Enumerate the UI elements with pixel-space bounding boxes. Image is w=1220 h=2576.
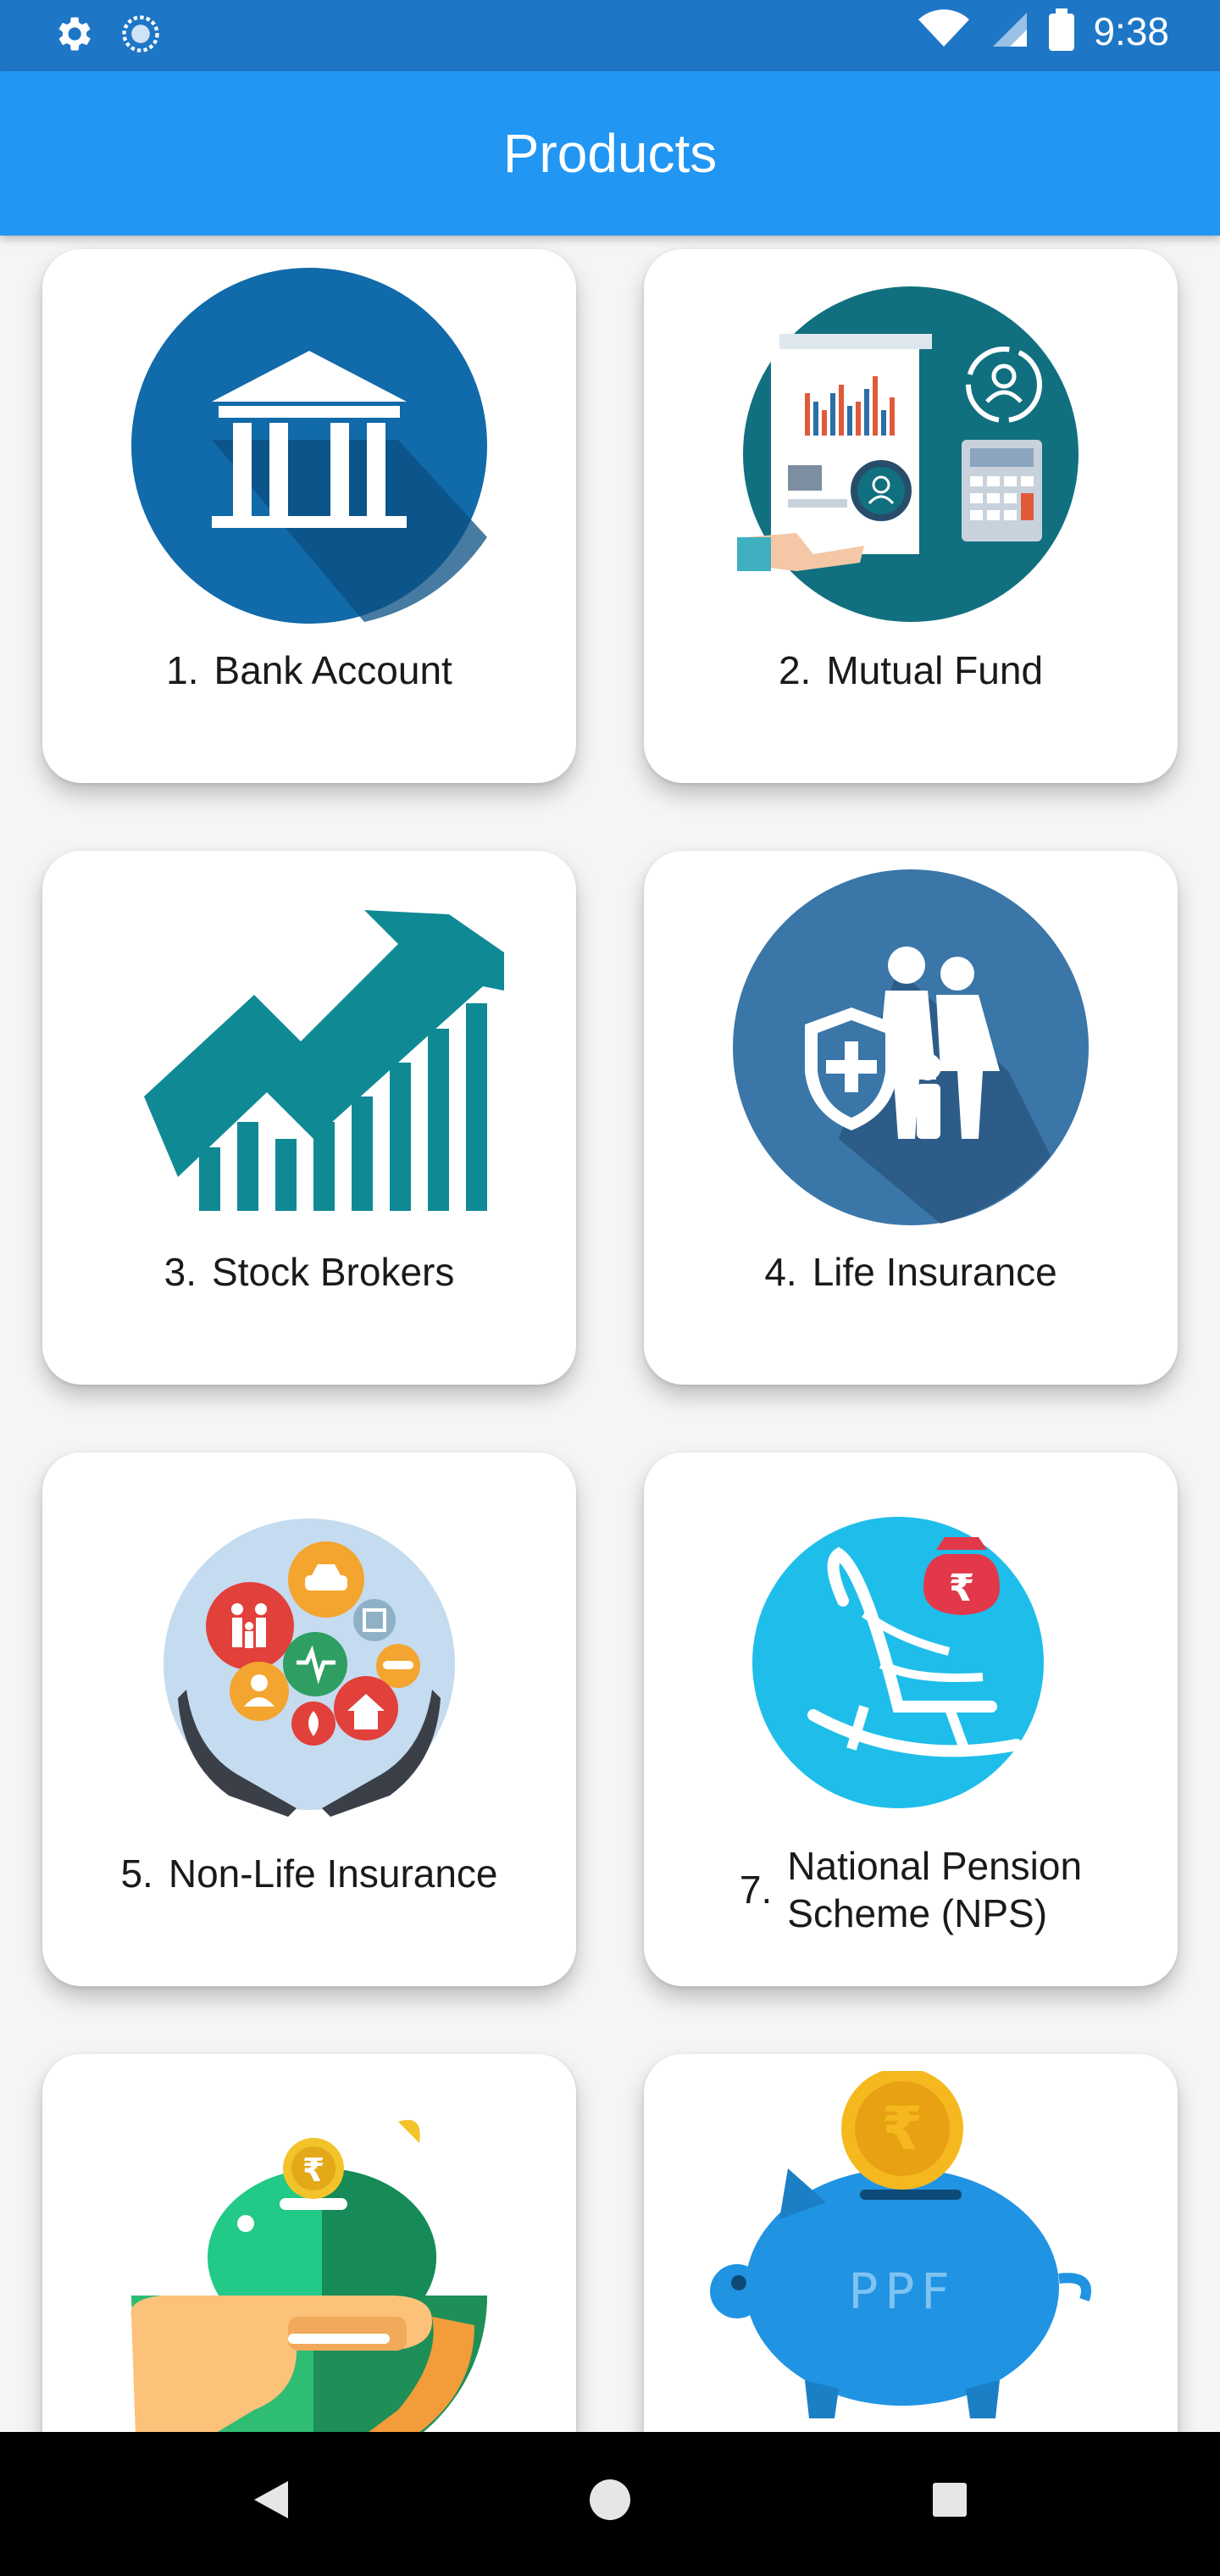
product-number: 2.: [778, 648, 812, 692]
product-name: Non-Life Insurance: [168, 1852, 498, 1896]
product-number: 5.: [120, 1852, 153, 1896]
ppf-piggy-bank-icon: ₹ PPF: [710, 2071, 1091, 2418]
back-icon[interactable]: [250, 2474, 292, 2529]
app-bar: Products: [0, 71, 1220, 236]
product-name: Life Insurance: [812, 1250, 1057, 1294]
recents-icon[interactable]: [929, 2474, 971, 2529]
product-name: Mutual Fund: [826, 648, 1044, 692]
stock-chart-icon: [144, 910, 504, 1211]
gear-icon: [51, 12, 95, 59]
product-card-mutual-fund[interactable]: 2. Mutual Fund: [644, 249, 1178, 783]
product-name: National Pension Scheme (NPS): [787, 1842, 1082, 1937]
product-number: 4.: [764, 1250, 797, 1294]
product-card-ppf[interactable]: ₹ PPF: [644, 2054, 1178, 2432]
product-name: Bank Account: [214, 648, 452, 692]
insurance-hands-icon: [164, 1518, 455, 1817]
product-card-life-insurance[interactable]: 4. Life Insurance: [644, 851, 1178, 1385]
product-card-stock-brokers[interactable]: 3. Stock Brokers: [42, 851, 576, 1385]
product-label: 4. Life Insurance: [644, 1249, 1178, 1295]
piggy-bank-hand-icon: ₹: [130, 2119, 487, 2432]
product-name-line2: Scheme (NPS): [787, 1891, 1048, 1935]
product-label: 2. Mutual Fund: [644, 647, 1178, 693]
product-name: Stock Brokers: [212, 1250, 455, 1294]
product-label: 7. National Pension Scheme (NPS): [644, 1842, 1178, 1937]
product-number: 7.: [739, 1868, 773, 1912]
mutual-fund-icon: [737, 286, 1079, 622]
status-time: 9:38: [1093, 9, 1169, 53]
product-card-nps[interactable]: ₹ 7. National Pension Scheme (NPS): [644, 1452, 1178, 1986]
home-icon[interactable]: [588, 2474, 632, 2529]
product-card-savings[interactable]: ₹: [42, 2054, 576, 2432]
product-number: 1.: [166, 648, 199, 692]
status-bar: 9:38: [0, 0, 1220, 71]
product-card-non-life-insurance[interactable]: 5. Non-Life Insurance: [42, 1452, 576, 1986]
product-label: 3. Stock Brokers: [42, 1249, 576, 1295]
svg-text:₹: ₹: [302, 2151, 324, 2189]
ppf-text: PPF: [848, 2262, 956, 2320]
product-name-line1: National Pension: [787, 1844, 1083, 1888]
product-label: 1. Bank Account: [42, 647, 576, 693]
product-label: 5. Non-Life Insurance: [42, 1851, 576, 1896]
products-grid: 1. Bank Account 2. Mutual Fund 3. Stock …: [0, 236, 1220, 2432]
wifi-icon: [917, 9, 971, 53]
product-card-bank-account[interactable]: 1. Bank Account: [42, 249, 576, 783]
bank-icon: [131, 268, 487, 624]
svg-text:₹: ₹: [949, 1567, 975, 1610]
svg-text:₹: ₹: [882, 2094, 923, 2163]
sync-icon: [119, 12, 163, 59]
product-number: 3.: [164, 1250, 197, 1294]
rocking-chair-icon: ₹: [752, 1517, 1044, 1808]
family-shield-icon: [733, 869, 1089, 1225]
battery-icon: [1049, 8, 1075, 54]
navigation-bar: [0, 2432, 1220, 2576]
cellular-icon: [990, 9, 1030, 53]
page-title: Products: [502, 123, 718, 184]
